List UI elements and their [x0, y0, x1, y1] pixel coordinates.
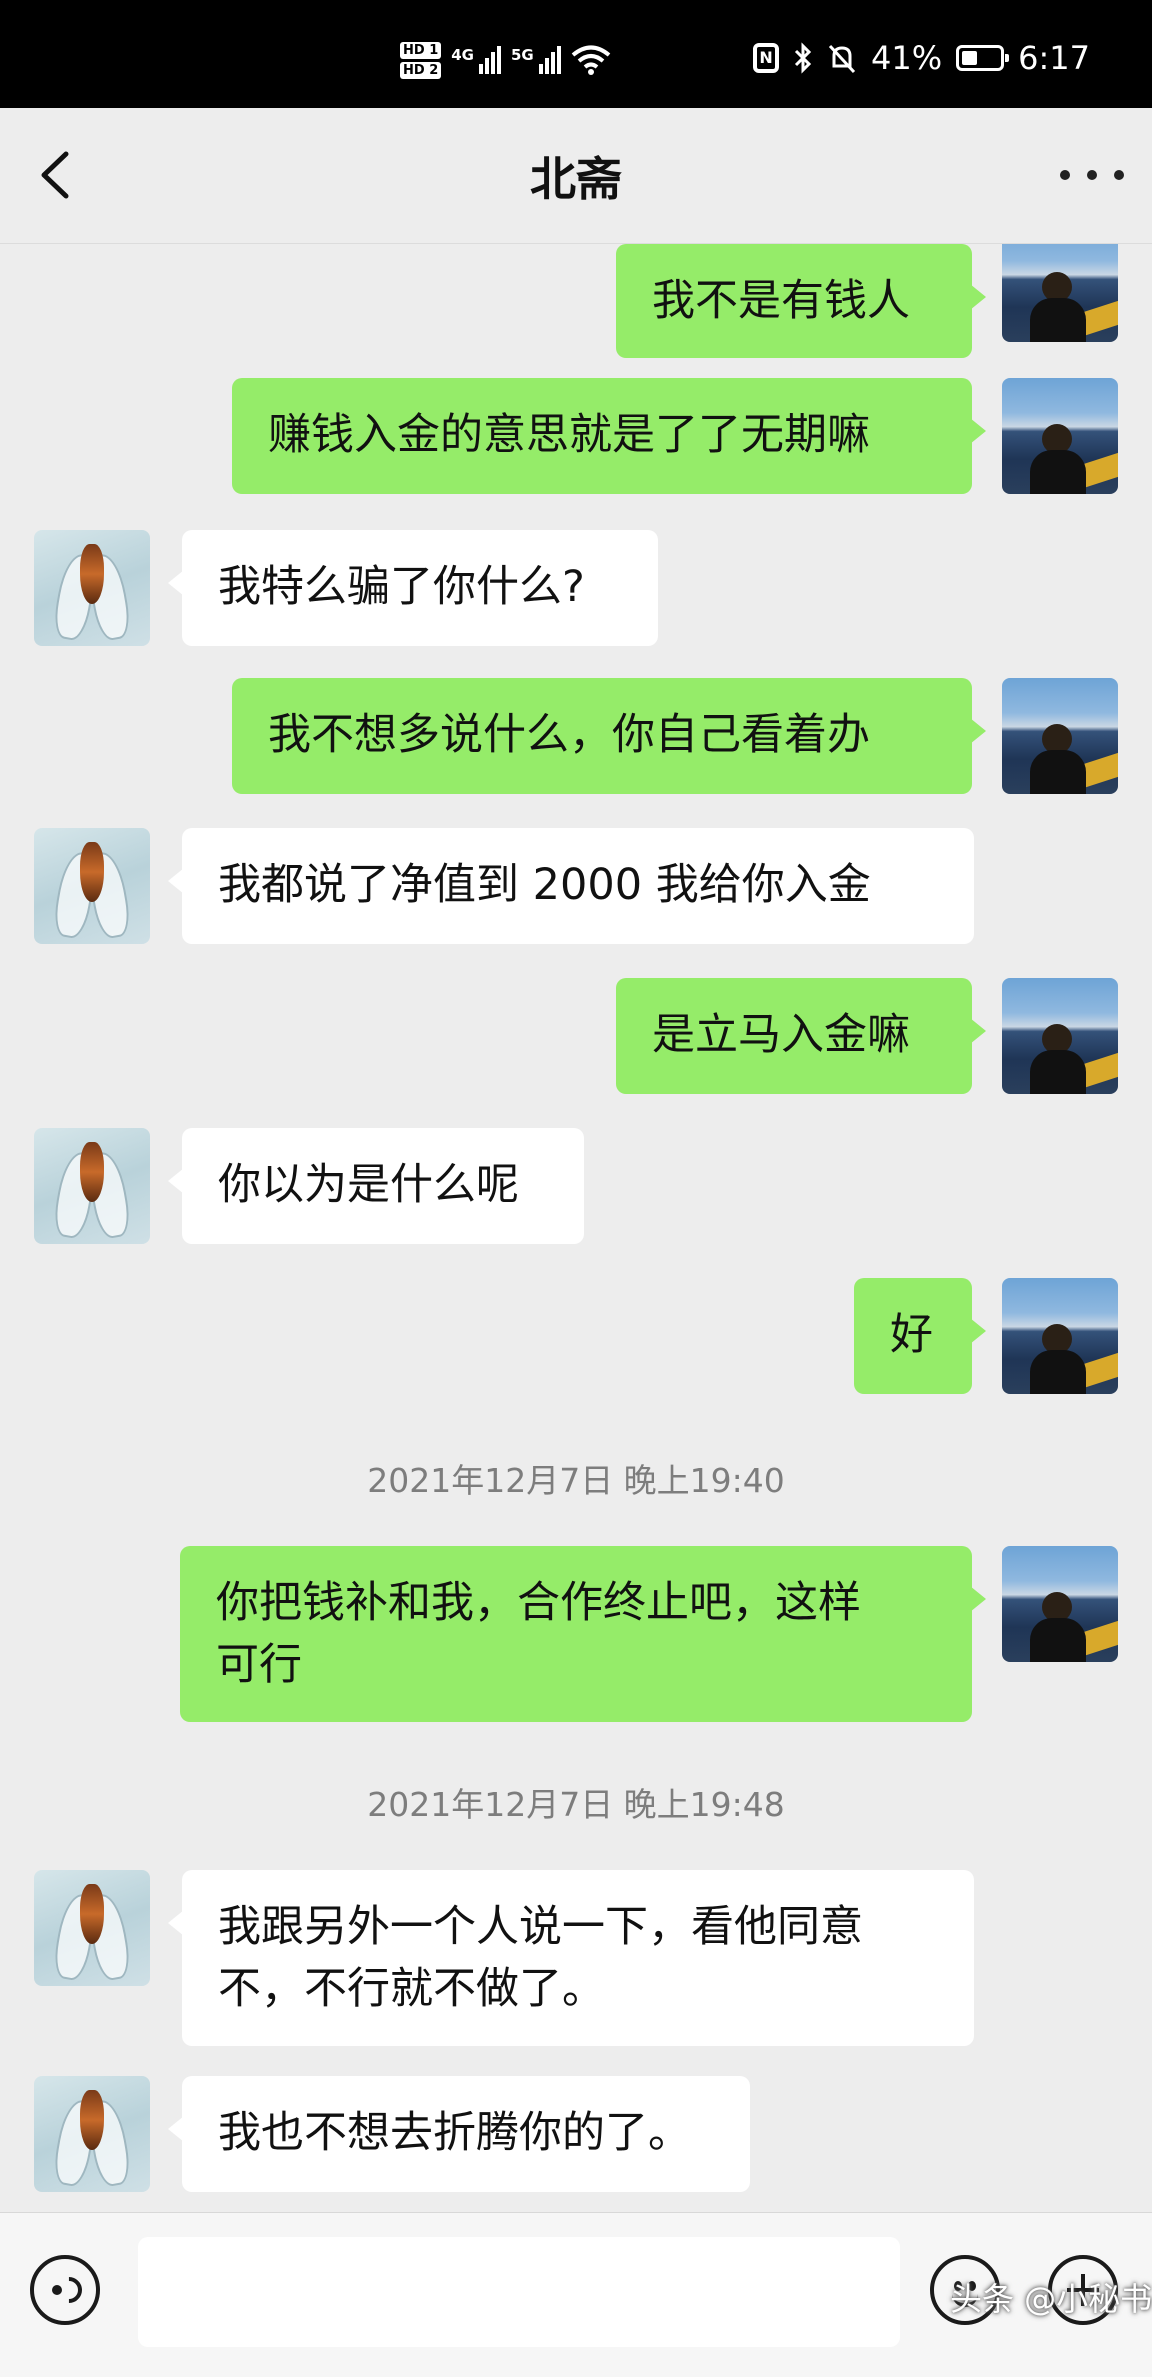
- message-text: 我都说了净值到 2000 我给你入金: [218, 860, 871, 910]
- incoming-message: 我都说了净值到 2000 我给你入金: [0, 828, 1152, 944]
- message-bubble[interactable]: 你以为是什么呢: [168, 1128, 584, 1244]
- message-bubble[interactable]: 我跟另外一个人说一下，看他同意 不，不行就不做了。: [168, 1870, 974, 2046]
- message-text: 好: [890, 1310, 933, 1360]
- message-bubble[interactable]: 赚钱入金的意思就是了了无期嘛: [232, 378, 986, 494]
- message-bubble[interactable]: 我都说了净值到 2000 我给你入金: [168, 828, 974, 944]
- contact-avatar[interactable]: [34, 828, 150, 944]
- outgoing-message: 是立马入金嘛: [0, 978, 1152, 1094]
- message-timestamp: 2021年12月7日 晚上19:48: [367, 1785, 785, 1824]
- self-avatar[interactable]: [1002, 978, 1118, 1094]
- message-bubble[interactable]: 我特么骗了你什么?: [168, 530, 658, 646]
- signal-4g-icon: 4G: [451, 46, 501, 74]
- incoming-message: 你以为是什么呢: [0, 1128, 1152, 1244]
- hd2-badge: HD 2: [400, 61, 442, 79]
- status-bar: HD 1 HD 2 4G 5G N 41% 6:17: [0, 0, 1152, 108]
- message-text: 是立马入金嘛: [652, 1010, 910, 1060]
- message-bubble[interactable]: 是立马入金嘛: [616, 978, 986, 1094]
- self-avatar[interactable]: [1002, 1278, 1118, 1394]
- network-type-1: 4G: [451, 46, 474, 64]
- hd1-badge: HD 1: [400, 41, 442, 59]
- message-bubble[interactable]: 我不是有钱人: [616, 244, 986, 358]
- self-avatar[interactable]: [1002, 378, 1118, 494]
- outgoing-message: 好: [0, 1278, 1152, 1394]
- message-bubble[interactable]: 我不想多说什么，你自己看着办: [232, 678, 986, 794]
- message-text: 我不想多说什么，你自己看着办: [268, 710, 870, 760]
- message-text: 我跟另外一个人说一下，看他同意 不，不行就不做了。: [218, 1902, 863, 2014]
- message-text: 你以为是什么呢: [218, 1160, 519, 1210]
- battery-icon: [956, 45, 1010, 71]
- network-indicators: HD 1 HD 2 4G 5G: [400, 40, 611, 80]
- message-bubble[interactable]: 好: [854, 1278, 986, 1394]
- message-bubble[interactable]: 你把钱补和我，合作终止吧，这样 可行: [180, 1546, 986, 1722]
- battery-percent: 41%: [871, 39, 943, 77]
- outgoing-message: 我不是有钱人: [0, 244, 1152, 358]
- message-text: 我也不想去折腾你的了。: [218, 2108, 691, 2158]
- chat-message-list[interactable]: 我不是有钱人赚钱入金的意思就是了了无期嘛我特么骗了你什么? 我不想多说什么，你自己…: [0, 244, 1152, 2212]
- contact-avatar[interactable]: [34, 1870, 150, 1986]
- outgoing-message: 赚钱入金的意思就是了了无期嘛: [0, 378, 1152, 494]
- self-avatar[interactable]: [1002, 678, 1118, 794]
- network-type-2: 5G: [511, 46, 534, 64]
- message-text: 我特么骗了你什么?: [218, 562, 585, 612]
- page-title: 北斋: [530, 152, 622, 206]
- self-avatar[interactable]: [1002, 244, 1118, 342]
- signal-5g-icon: 5G: [511, 46, 561, 74]
- message-text: 赚钱入金的意思就是了了无期嘛: [268, 410, 870, 460]
- voice-icon[interactable]: [30, 2255, 100, 2325]
- contact-avatar[interactable]: [34, 530, 150, 646]
- message-text: 你把钱补和我，合作终止吧，这样 可行: [216, 1578, 861, 1690]
- self-avatar[interactable]: [1002, 1546, 1118, 1662]
- message-text: 我不是有钱人: [652, 276, 910, 326]
- wifi-icon: [571, 45, 611, 75]
- contact-avatar[interactable]: [34, 1128, 150, 1244]
- clock: 6:17: [1018, 39, 1090, 77]
- outgoing-message: 我不想多说什么，你自己看着办: [0, 678, 1152, 794]
- message-bubble[interactable]: 我也不想去折腾你的了。: [168, 2076, 750, 2192]
- hd-badges: HD 1 HD 2: [400, 41, 442, 79]
- watermark: 头条 @小秘书: [950, 2280, 1152, 2318]
- outgoing-message: 你把钱补和我，合作终止吧，这样 可行: [0, 1546, 1152, 1722]
- contact-avatar[interactable]: [34, 2076, 150, 2192]
- more-dots-icon[interactable]: [1060, 153, 1124, 197]
- incoming-message: 我也不想去折腾你的了。: [0, 2076, 1152, 2192]
- status-right: N 41% 6:17: [753, 38, 1090, 78]
- mute-bell-icon: [828, 44, 856, 74]
- incoming-message: 我跟另外一个人说一下，看他同意 不，不行就不做了。: [0, 1870, 1152, 2046]
- nfc-icon: N: [753, 43, 780, 73]
- message-input[interactable]: [138, 2237, 900, 2347]
- message-timestamp: 2021年12月7日 晚上19:40: [367, 1461, 785, 1500]
- nav-bar: 北斋: [0, 108, 1152, 244]
- bluetooth-icon: [794, 42, 812, 74]
- incoming-message: 我特么骗了你什么?: [0, 530, 1152, 646]
